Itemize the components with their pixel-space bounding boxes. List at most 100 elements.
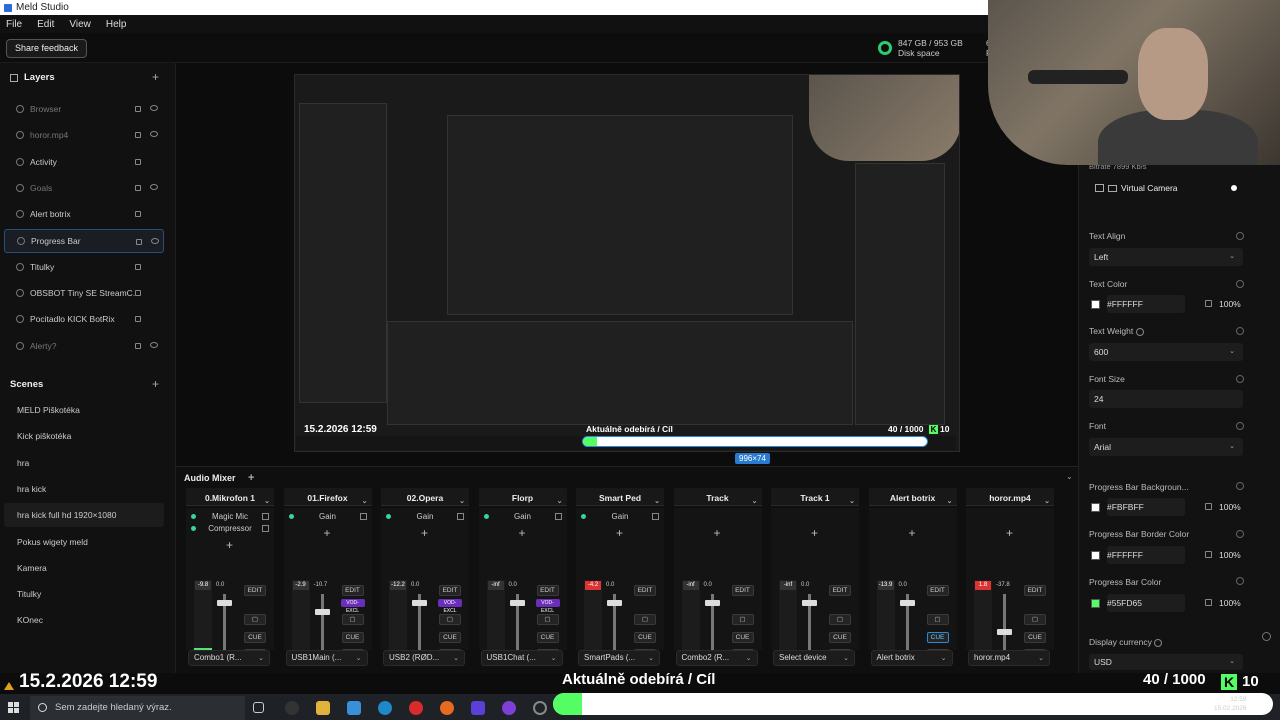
reset-icon[interactable] bbox=[1236, 327, 1244, 335]
color-swatch[interactable] bbox=[1091, 300, 1100, 309]
lock-icon[interactable] bbox=[135, 342, 141, 349]
eyedropper-icon[interactable] bbox=[1205, 300, 1212, 307]
eyedropper-icon[interactable] bbox=[1205, 551, 1212, 558]
bar-color-opacity[interactable]: 100% bbox=[1219, 594, 1241, 612]
scene-item[interactable]: Kamera bbox=[4, 556, 164, 580]
color-swatch[interactable] bbox=[1091, 551, 1100, 560]
color-swatch[interactable] bbox=[1091, 599, 1100, 608]
monitor-icon-button[interactable]: ▢ bbox=[536, 614, 559, 625]
monitor-icon-button[interactable]: ▢ bbox=[829, 614, 851, 625]
fader-handle[interactable] bbox=[899, 600, 915, 607]
layer-item[interactable]: Pocitadlo KICK BotRix bbox=[4, 307, 164, 331]
layer-item[interactable]: Titulky bbox=[4, 255, 164, 279]
edit-button[interactable]: EDIT bbox=[439, 585, 461, 596]
device-select[interactable]: USB1Main (... ⌄ bbox=[285, 650, 368, 666]
strip-name[interactable]: 02.Opera ⌄ bbox=[381, 488, 469, 506]
cue-button[interactable]: CUE bbox=[926, 632, 949, 643]
eyedropper-icon[interactable] bbox=[1205, 599, 1212, 606]
strip-name[interactable]: 0.Mikrofon 1 ⌄ bbox=[186, 488, 274, 506]
add-effect-button[interactable]: + bbox=[324, 526, 331, 540]
effect-enabled-dot[interactable] bbox=[191, 526, 196, 531]
color-swatch[interactable] bbox=[1091, 503, 1100, 512]
menu-edit[interactable]: Edit bbox=[37, 19, 54, 30]
menu-file[interactable]: File bbox=[6, 19, 22, 30]
monitor-icon-button[interactable]: ▢ bbox=[341, 614, 364, 625]
layer-item[interactable]: Browser bbox=[4, 97, 164, 121]
visibility-icon[interactable] bbox=[150, 183, 158, 190]
preview-canvas[interactable] bbox=[294, 74, 960, 452]
device-select[interactable]: Combo2 (R... ⌄ bbox=[675, 650, 758, 666]
effect-settings-icon[interactable] bbox=[262, 513, 269, 520]
text-color-opacity[interactable]: 100% bbox=[1219, 295, 1241, 313]
text-color-hex[interactable]: #FFFFFF bbox=[1107, 295, 1185, 313]
menu-help[interactable]: Help bbox=[106, 19, 127, 30]
visibility-icon[interactable] bbox=[150, 131, 158, 138]
info-icon[interactable] bbox=[1154, 638, 1163, 647]
audio-effect[interactable]: Gain bbox=[578, 511, 662, 522]
vod-exclude-badge[interactable]: VOD-EXCL bbox=[438, 599, 462, 614]
bar-bg-opacity[interactable]: 100% bbox=[1219, 498, 1241, 516]
file-explorer-icon[interactable] bbox=[316, 701, 330, 715]
fader-handle[interactable] bbox=[314, 608, 330, 615]
fader-handle[interactable] bbox=[997, 629, 1012, 636]
strip-name[interactable]: Florp ⌄ bbox=[478, 488, 567, 506]
add-effect-button[interactable]: + bbox=[714, 526, 721, 540]
opera-icon[interactable] bbox=[409, 701, 423, 715]
effect-settings-icon[interactable] bbox=[554, 513, 562, 520]
taskbar-search-input[interactable]: Sem zadejte hledaný výraz. bbox=[30, 696, 245, 720]
visibility-icon[interactable] bbox=[150, 105, 158, 111]
bar-color-hex[interactable]: #55FD65 bbox=[1107, 594, 1185, 612]
add-effect-button[interactable]: + bbox=[616, 526, 623, 540]
add-layer-button[interactable]: + bbox=[152, 70, 159, 84]
fader-handle[interactable] bbox=[509, 600, 525, 607]
task-view-icon[interactable] bbox=[253, 702, 264, 713]
preview-progress-bar[interactable] bbox=[582, 436, 928, 447]
monitor-icon-button[interactable]: ▢ bbox=[439, 614, 461, 625]
scene-item[interactable]: Kick piškotéka bbox=[4, 424, 164, 448]
fader-handle[interactable] bbox=[412, 600, 427, 607]
device-select[interactable]: horor.mp4 ⌄ bbox=[968, 650, 1050, 666]
edge-icon[interactable] bbox=[378, 701, 392, 715]
strip-name[interactable]: 01.Firefox ⌄ bbox=[283, 488, 372, 506]
text-weight-select[interactable]: 600 ⌄ bbox=[1089, 343, 1243, 361]
windows-start-icon[interactable] bbox=[8, 702, 20, 714]
audio-effect[interactable]: Gain bbox=[481, 511, 565, 522]
scene-item[interactable]: hra kick bbox=[4, 477, 164, 501]
layer-item[interactable]: Alerty? bbox=[4, 334, 164, 358]
visibility-icon[interactable] bbox=[150, 341, 158, 348]
strip-name[interactable]: Track ⌄ bbox=[673, 488, 762, 506]
font-select[interactable]: Arial ⌄ bbox=[1089, 438, 1243, 456]
monitor-icon-button[interactable]: ▢ bbox=[634, 614, 656, 625]
currency-select[interactable]: USD ⌄ bbox=[1089, 654, 1243, 670]
strip-name[interactable]: Track 1 ⌄ bbox=[771, 488, 859, 506]
bar-border-opacity[interactable]: 100% bbox=[1219, 546, 1241, 564]
reset-icon[interactable] bbox=[1236, 232, 1244, 240]
store-icon[interactable] bbox=[347, 701, 361, 715]
add-effect-button[interactable]: + bbox=[226, 538, 233, 552]
effect-settings-icon[interactable] bbox=[652, 513, 659, 520]
cue-button[interactable]: CUE bbox=[244, 632, 266, 643]
effect-settings-icon[interactable] bbox=[262, 525, 269, 532]
effect-enabled-dot[interactable] bbox=[483, 514, 489, 519]
reset-icon[interactable] bbox=[1236, 375, 1244, 383]
edit-button[interactable]: EDIT bbox=[731, 585, 754, 596]
strip-name[interactable]: horor.mp4 ⌄ bbox=[966, 488, 1054, 506]
edit-button[interactable]: EDIT bbox=[829, 585, 851, 596]
scene-item[interactable]: hra kick full hd 1920×1080 bbox=[4, 503, 164, 528]
bar-border-color-field[interactable]: #FFFFFF 100% bbox=[1089, 546, 1243, 564]
edit-button[interactable]: EDIT bbox=[926, 585, 949, 596]
monitor-icon-button[interactable]: ▢ bbox=[1024, 614, 1046, 625]
scene-item[interactable]: Pokus wigety meld bbox=[4, 530, 164, 554]
add-scene-button[interactable]: + bbox=[152, 377, 159, 391]
add-audio-button[interactable]: + bbox=[248, 472, 254, 484]
edit-button[interactable]: EDIT bbox=[536, 585, 559, 596]
lock-icon[interactable] bbox=[135, 316, 141, 323]
audio-effect[interactable]: Gain bbox=[383, 511, 467, 522]
fader-handle[interactable] bbox=[217, 600, 232, 607]
fader-handle[interactable] bbox=[704, 600, 720, 607]
scene-item[interactable]: KOnec bbox=[4, 608, 164, 632]
lock-icon[interactable] bbox=[135, 290, 141, 297]
device-select[interactable]: USB2 (RØD... ⌄ bbox=[383, 650, 465, 666]
layer-item[interactable]: Alert botrix bbox=[4, 202, 164, 226]
edit-button[interactable]: EDIT bbox=[634, 585, 656, 596]
